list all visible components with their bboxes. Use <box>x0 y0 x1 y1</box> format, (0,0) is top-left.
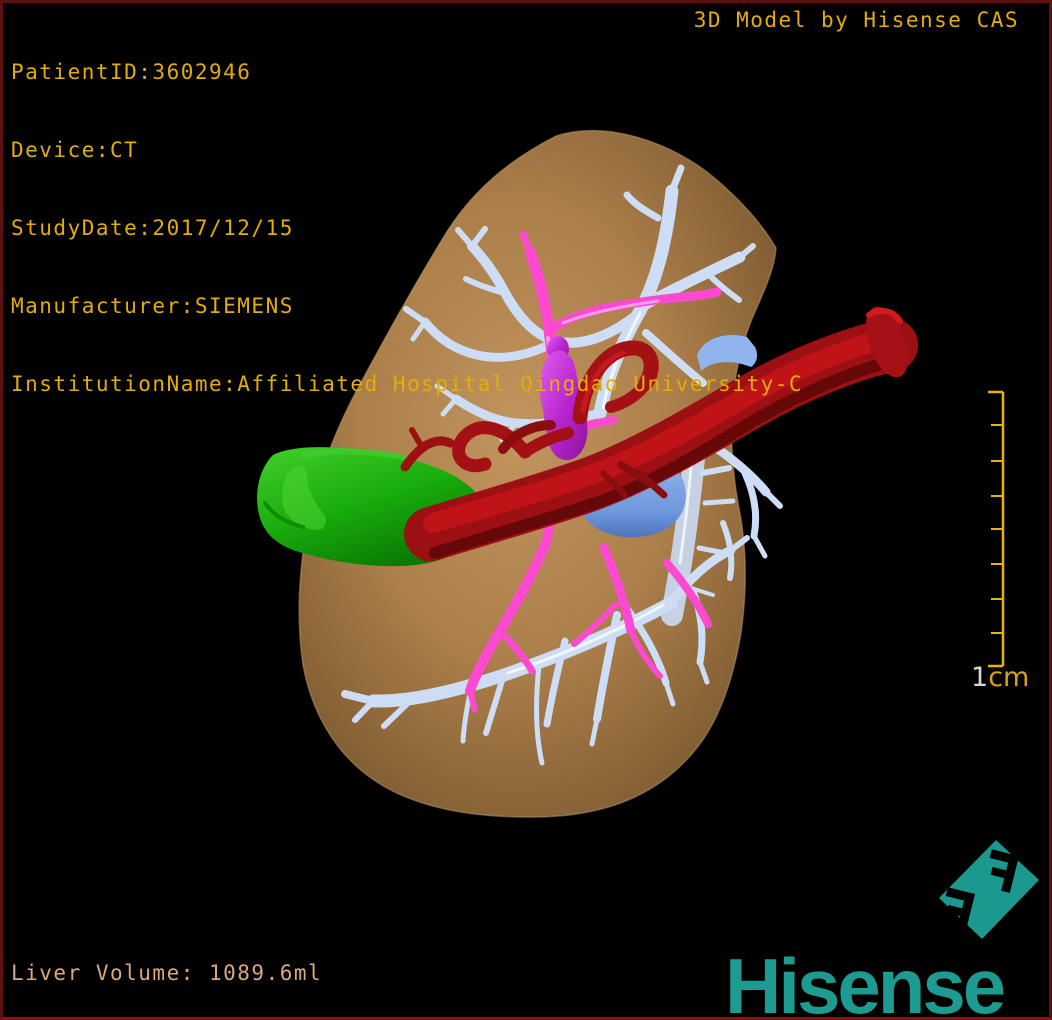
liver-volume-readout: Liver Volume: 1089.6ml <box>11 961 323 985</box>
device: Device:CT <box>11 138 139 162</box>
patient-id: PatientID:3602946 <box>11 60 252 84</box>
scale-bar <box>988 390 1005 668</box>
institution-name: InstitutionName:Affiliated Hospital Qing… <box>11 372 804 396</box>
scale-bar-unit: cm <box>988 662 1030 693</box>
scale-bar-label: 1cm <box>971 662 1029 693</box>
scale-bar-number: 1 <box>971 662 989 693</box>
manufacturer: Manufacturer:SIEMENS <box>11 294 294 318</box>
patient-metadata: PatientID:3602946 Device:CT StudyDate:20… <box>11 7 803 449</box>
study-date: StudyDate:2017/12/15 <box>11 216 294 240</box>
hisense-wordmark: Hisense <box>725 942 1006 1020</box>
viewer-window: PatientID:3602946 Device:CT StudyDate:20… <box>0 0 1052 1020</box>
watermark-title: 3D Model by Hisense CAS <box>693 8 1019 32</box>
hisense-cas-diamond-icon <box>939 840 1039 939</box>
